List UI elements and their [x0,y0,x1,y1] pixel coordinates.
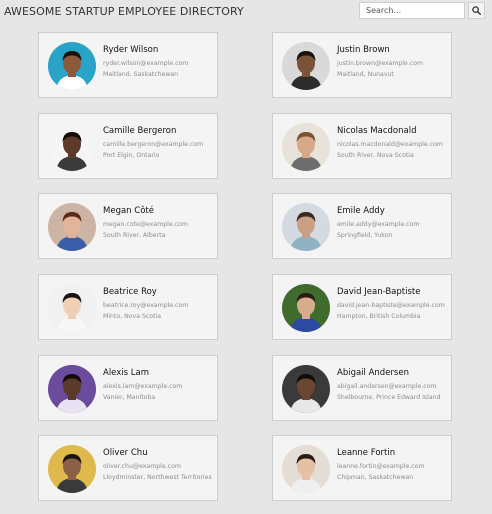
search-icon [472,3,481,18]
employee-card[interactable]: Ryder Wilson ryder.wilson@example.com Ma… [38,32,218,98]
avatar [48,123,96,171]
employee-card[interactable]: Megan Côté megan.cote@example.com South … [38,193,218,259]
employee-location: Minto, Nova Scotia [103,313,162,320]
search-input[interactable] [359,2,465,19]
avatar [48,445,96,493]
employee-email: nicolas.macdonald@example.com [337,141,443,148]
page-title: AWESOME STARTUP EMPLOYEE DIRECTORY [4,5,244,18]
employee-name: Leanne Fortin [337,448,396,458]
employee-card[interactable]: Nicolas Macdonald nicolas.macdonald@exam… [272,113,452,179]
employee-email: beatrice.roy@example.com [103,302,189,309]
employee-email: oliver.chu@example.com [103,463,181,470]
employee-location: Hampton, British Columbia [337,313,421,320]
employee-email: camille.bergeron@example.com [103,141,204,148]
employee-card[interactable]: Emile Addy emile.addy@example.com Spring… [272,193,452,259]
avatar [282,203,330,251]
avatar [282,284,330,332]
avatar [48,42,96,90]
employee-email: abigail.andersen@example.com [337,383,437,390]
employee-location: Maitland, Nunavut [337,71,394,78]
employee-email: david.jean-baptiste@example.com [337,302,445,309]
employee-name: Abigail Andersen [337,368,409,378]
employee-email: justin.brown@example.com [337,60,424,67]
employee-card[interactable]: Leanne Fortin leanne.fortin@example.com … [272,435,452,501]
employee-location: Vanier, Manitoba [103,394,156,401]
avatar [282,42,330,90]
employee-name: Megan Côté [103,206,154,216]
employee-card[interactable]: Camille Bergeron camille.bergeron@exampl… [38,113,218,179]
employee-card[interactable]: Alexis Lam alexis.lam@example.com Vanier… [38,355,218,421]
employee-name: Camille Bergeron [103,126,177,136]
employee-location: Port Elgin, Ontario [103,152,160,159]
employee-card[interactable]: Oliver Chu oliver.chu@example.com Lloydm… [38,435,218,501]
employee-card[interactable]: Abigail Andersen abigail.andersen@exampl… [272,355,452,421]
avatar [282,123,330,171]
employee-email: megan.cote@example.com [103,221,188,228]
employee-name: Nicolas Macdonald [337,126,417,136]
employee-location: Springfield, Yukon [337,232,393,239]
avatar [282,445,330,493]
avatar [48,284,96,332]
employee-name: Beatrice Roy [103,287,157,297]
employee-card[interactable]: Beatrice Roy beatrice.roy@example.com Mi… [38,274,218,340]
employee-name: Alexis Lam [103,368,150,378]
avatar [48,203,96,251]
employee-location: South River, Nova Scotia [337,152,414,159]
employee-location: South River, Alberta [103,232,166,239]
employee-card[interactable]: David Jean-Baptiste david.jean-baptiste@… [272,274,452,340]
employee-location: Lloydminster, Northwest Territories [103,474,212,481]
employee-email: leanne.fortin@example.com [337,463,425,470]
employee-email: alexis.lam@example.com [103,383,183,390]
employee-email: emile.addy@example.com [337,221,420,228]
employee-card[interactable]: Justin Brown justin.brown@example.com Ma… [272,32,452,98]
employee-name: Oliver Chu [103,448,148,458]
employee-name: Justin Brown [337,45,390,55]
employee-email: ryder.wilson@example.com [103,60,189,67]
employee-name: Emile Addy [337,206,385,216]
employee-location: Maitland, Saskatchewan [103,71,179,78]
employee-location: Shelbourne, Prince Edward Island [337,394,441,401]
employee-name: David Jean-Baptiste [337,287,421,297]
search-button[interactable] [468,2,485,19]
avatar [282,365,330,413]
employee-location: Chipman, Saskatchewan [337,474,414,481]
avatar [48,365,96,413]
employee-name: Ryder Wilson [103,45,159,55]
